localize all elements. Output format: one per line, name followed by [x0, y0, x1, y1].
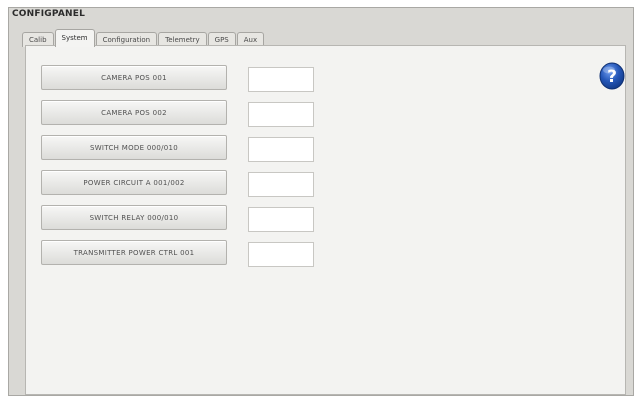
value-field-3[interactable]: [248, 137, 314, 162]
value-field-list: [248, 67, 314, 277]
help-button[interactable]: ?: [598, 62, 626, 90]
command-button-3[interactable]: SWITCH MODE 000/010: [41, 135, 227, 160]
command-button-list: CAMERA POS 001 CAMERA POS 002 SWITCH MOD…: [41, 65, 227, 275]
help-glyph: ?: [607, 67, 617, 87]
tab-panel: CAMERA POS 001 CAMERA POS 002 SWITCH MOD…: [25, 45, 626, 395]
command-button-4[interactable]: POWER CIRCUIT A 001/002: [41, 170, 227, 195]
dialog-window: CONFIGPANEL Calib System Configuration T…: [8, 7, 634, 396]
tab-system[interactable]: System: [54, 29, 95, 47]
command-button-5[interactable]: SWITCH RELAY 000/010: [41, 205, 227, 230]
value-field-4[interactable]: [248, 172, 314, 197]
command-button-2[interactable]: CAMERA POS 002: [41, 100, 227, 125]
command-button-6[interactable]: TRANSMITTER POWER CTRL 001: [41, 240, 227, 265]
help-icon: ?: [599, 62, 625, 90]
value-field-1[interactable]: [248, 67, 314, 92]
value-field-5[interactable]: [248, 207, 314, 232]
window-title: CONFIGPANEL: [12, 9, 86, 19]
value-field-6[interactable]: [248, 242, 314, 267]
command-button-1[interactable]: CAMERA POS 001: [41, 65, 227, 90]
value-field-2[interactable]: [248, 102, 314, 127]
